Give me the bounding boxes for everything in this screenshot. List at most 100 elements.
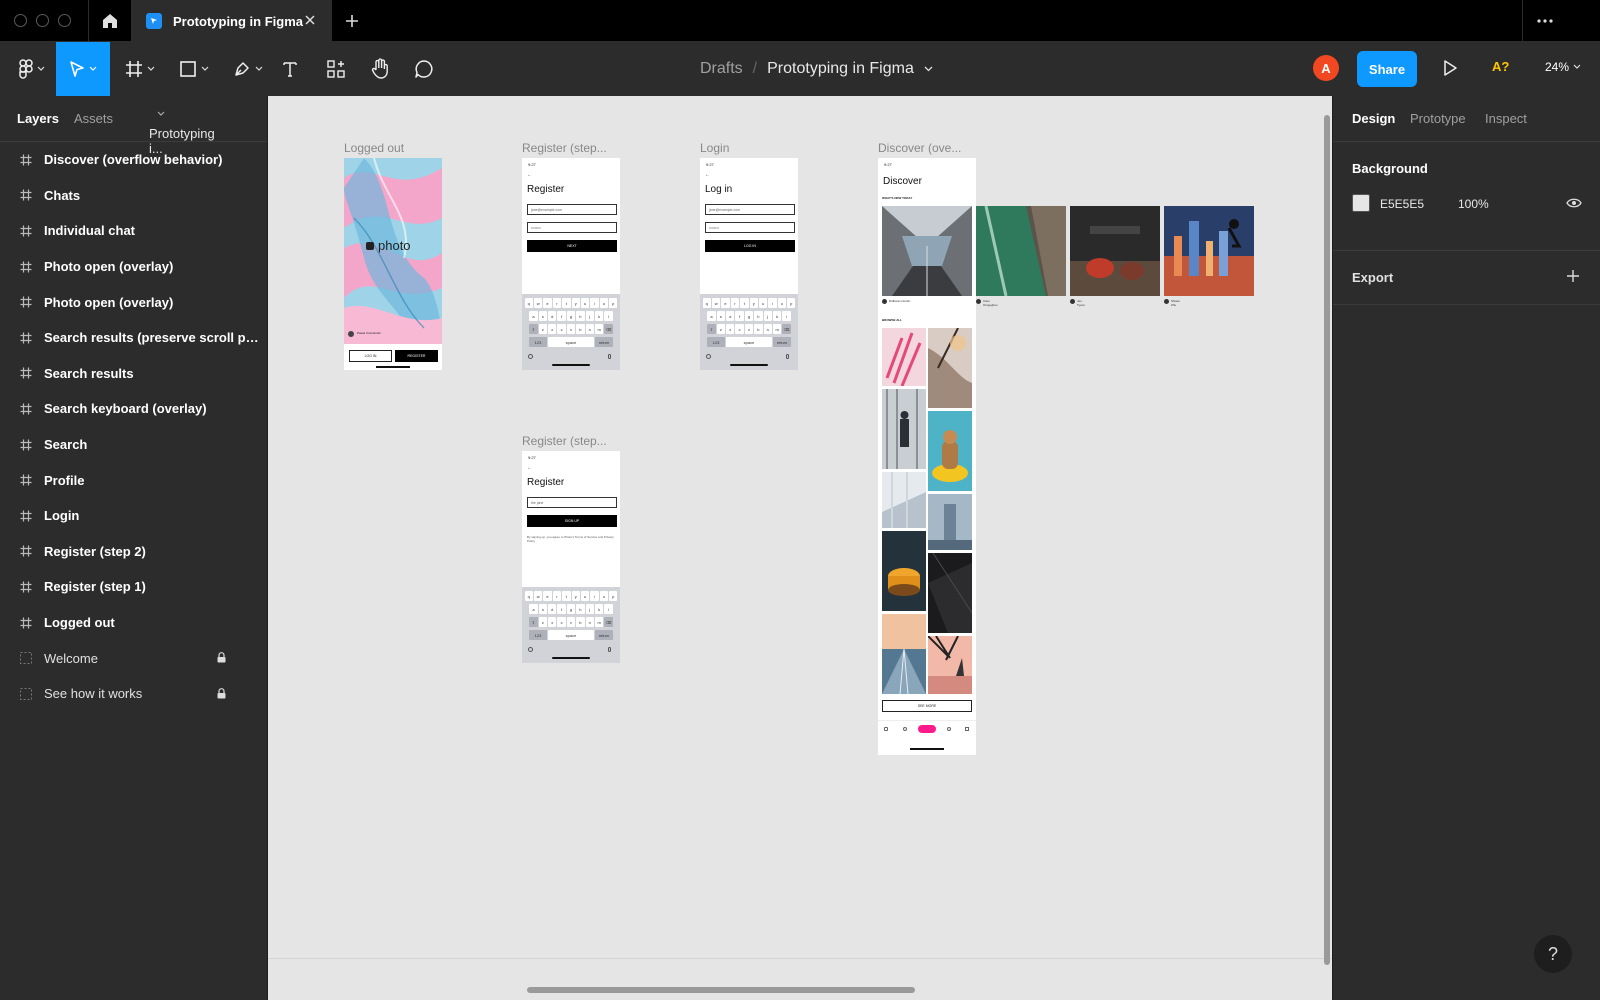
keyboard-key[interactable]: h (576, 311, 585, 321)
layer-item[interactable]: Photo open (overlay) (0, 284, 267, 320)
pen-tool[interactable] (226, 42, 270, 96)
breadcrumb-drafts[interactable]: Drafts (700, 60, 743, 78)
keyboard-key[interactable]: q (524, 298, 533, 308)
background-color-swatch[interactable] (1352, 194, 1370, 212)
keyboard-key[interactable]: return (773, 337, 791, 347)
frame-tool[interactable] (118, 42, 162, 96)
keyboard-key[interactable]: t (562, 298, 571, 308)
frame-login[interactable]: 9:27 ← Log in jane@example.com •••••••• … (700, 158, 798, 370)
keyboard-key[interactable]: s (716, 311, 726, 321)
keyboard-key[interactable]: a (707, 311, 716, 321)
keyboard-key[interactable]: v (566, 324, 576, 334)
keyboard-key[interactable]: q (524, 591, 533, 601)
sign-up-button[interactable]: SIGN UP (527, 515, 617, 527)
keyboard-key[interactable]: r (552, 591, 562, 601)
keyboard-key[interactable]: b (754, 324, 763, 334)
keyboard-key[interactable]: r (730, 298, 740, 308)
layer-item[interactable]: Login (0, 498, 267, 534)
keyboard-key[interactable]: space (726, 337, 772, 347)
grid-photo[interactable] (882, 389, 926, 469)
next-button[interactable]: NEXT (527, 240, 617, 252)
keyboard-key[interactable]: b (576, 617, 585, 627)
login-submit-button[interactable]: LOG IN (705, 240, 795, 252)
frame-register-step-1[interactable]: 9:27 ← Register jane@example.com •••••••… (522, 158, 620, 370)
file-name[interactable]: Prototyping in Figma (767, 60, 914, 78)
keyboard-key[interactable]: return (595, 630, 613, 640)
frame-register-step-2[interactable]: 9:27 ← Register the jane SIGN UP By sign… (522, 451, 620, 663)
keyboard-key[interactable]: e (543, 298, 552, 308)
keyboard-key[interactable]: m (594, 617, 604, 627)
carousel-photo-4[interactable] (1164, 206, 1254, 296)
grid-photo[interactable] (882, 472, 926, 528)
keyboard-key[interactable]: p (609, 591, 618, 601)
carousel-photo-3[interactable] (1070, 206, 1160, 296)
move-tool[interactable] (56, 42, 110, 96)
carousel-photo-1[interactable] (882, 206, 972, 296)
layer-item[interactable]: Welcome (0, 640, 267, 676)
keyboard-key[interactable]: space (548, 337, 594, 347)
keyboard-key[interactable]: x (726, 324, 735, 334)
layer-item[interactable]: Search (0, 427, 267, 463)
keyboard-key[interactable]: s (538, 604, 548, 614)
keyboard-key[interactable]: u (758, 298, 768, 308)
keyboard-key[interactable]: x (548, 324, 557, 334)
keyboard-key[interactable]: g (566, 311, 576, 321)
keyboard-key[interactable]: y (749, 298, 758, 308)
frame-title-login[interactable]: Login (700, 141, 729, 155)
tab-prototype[interactable]: Prototype (1410, 111, 1466, 126)
keyboard-key[interactable]: h (576, 604, 585, 614)
keyboard-key[interactable]: e (721, 298, 730, 308)
close-icon[interactable] (304, 14, 316, 26)
keyboard-key[interactable]: s (538, 311, 548, 321)
close-window-button[interactable] (14, 14, 27, 27)
keyboard-key[interactable]: j (585, 311, 594, 321)
keyboard-key[interactable]: t (562, 591, 571, 601)
keyboard-key[interactable]: 123 (707, 337, 725, 347)
microphone-icon[interactable] (786, 354, 789, 359)
layer-item[interactable]: Search keyboard (overlay) (0, 391, 267, 427)
keyboard-key[interactable]: k (772, 311, 782, 321)
keyboard-key[interactable]: v (566, 617, 576, 627)
layer-item[interactable]: Register (step 2) (0, 534, 267, 570)
lock-icon[interactable] (217, 652, 226, 663)
keyboard-key[interactable]: m (772, 324, 782, 334)
missing-fonts-indicator[interactable]: A? (1492, 59, 1509, 74)
keyboard-key[interactable]: w (711, 298, 721, 308)
file-tab[interactable]: Prototyping in Figma (132, 0, 332, 42)
keyboard-key[interactable]: l (782, 311, 791, 321)
see-more-button[interactable]: SEE MORE (882, 700, 972, 712)
keyboard-key[interactable]: b (576, 324, 585, 334)
plus-icon[interactable] (342, 11, 362, 31)
tab-assets[interactable]: Assets (74, 111, 113, 126)
minimize-window-button[interactable] (36, 14, 49, 27)
keyboard-key[interactable]: m (594, 324, 604, 334)
tab-layers[interactable]: Layers (17, 111, 59, 126)
password-field[interactable]: •••••••• (527, 222, 617, 233)
keyboard-key[interactable]: t (740, 298, 749, 308)
back-arrow-icon[interactable]: ← (527, 172, 532, 178)
back-arrow-icon[interactable]: ← (705, 172, 710, 178)
keyboard-key[interactable]: l (604, 311, 613, 321)
keyboard-key[interactable]: h (754, 311, 763, 321)
microphone-icon[interactable] (608, 647, 611, 652)
keyboard-key[interactable]: o (599, 298, 609, 308)
keyboard-key[interactable]: z (538, 324, 548, 334)
email-field[interactable]: jane@example.com (527, 204, 617, 215)
tab-chat-icon[interactable] (947, 727, 951, 731)
home-tab[interactable] (88, 0, 132, 42)
microphone-icon[interactable] (608, 354, 611, 359)
text-tool[interactable] (280, 42, 300, 96)
keyboard-key[interactable]: r (552, 298, 562, 308)
grid-photo[interactable] (882, 531, 926, 611)
keyboard-key[interactable]: k (594, 311, 604, 321)
layer-item[interactable]: See how it works (0, 676, 267, 712)
keyboard-key[interactable]: o (777, 298, 787, 308)
tab-inspect[interactable]: Inspect (1485, 111, 1527, 126)
frame-logged-out[interactable]: photo Pawel Czerwinski LOG IN REGISTER (344, 158, 442, 370)
keyboard-key[interactable]: ⇧ (529, 617, 538, 627)
keyboard-key[interactable]: f (735, 311, 744, 321)
login-button[interactable]: LOG IN (349, 350, 392, 362)
hand-tool[interactable] (368, 42, 392, 96)
keyboard-key[interactable]: i (590, 591, 599, 601)
keyboard-key[interactable]: n (585, 617, 594, 627)
